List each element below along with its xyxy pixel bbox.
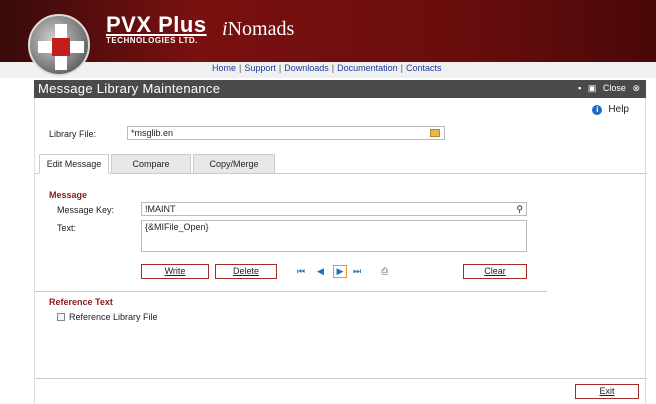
- tab-edit-message[interactable]: Edit Message: [39, 154, 109, 174]
- save-icon[interactable]: ▣: [588, 83, 597, 93]
- reference-section-title: Reference Text: [49, 297, 113, 307]
- brand-name: PVX Plus: [106, 12, 207, 37]
- reference-library-label: Reference Library File: [69, 312, 158, 322]
- main-panel: i Help Library File: *msglib.en Edit Mess…: [34, 98, 647, 404]
- folder-icon[interactable]: [430, 129, 440, 137]
- text-input[interactable]: {&MIFile_Open}: [141, 220, 527, 252]
- close-icon[interactable]: ⊗: [632, 83, 640, 93]
- previous-record-icon[interactable]: ◀: [317, 266, 324, 277]
- close-button[interactable]: Close: [603, 83, 626, 93]
- product-name: iNomads: [222, 18, 295, 40]
- header-banner: [0, 0, 656, 62]
- reference-library-checkbox[interactable]: [57, 313, 65, 321]
- last-record-icon[interactable]: ⏭: [353, 266, 361, 277]
- nav-link-contacts[interactable]: Contacts: [406, 63, 442, 73]
- message-section-title: Message: [49, 190, 88, 200]
- lookup-icon[interactable]: ⚲: [516, 204, 523, 215]
- titlebar-controls: ▪ ▣ Close ⊗: [574, 83, 640, 94]
- nav-link-downloads[interactable]: Downloads: [284, 63, 329, 73]
- first-record-icon[interactable]: ⏮: [297, 266, 305, 277]
- library-file-label: Library File:: [49, 129, 97, 139]
- nav-links: Home | Support | Downloads | Documentation | Con…: [212, 63, 442, 73]
- brand: PVX Plus TECHNOLOGIES LTD.: [106, 12, 207, 46]
- footer-divider: [35, 378, 647, 379]
- delete-button[interactable]: Delete: [215, 264, 277, 279]
- window-title: Message Library Maintenance: [38, 81, 221, 96]
- help-link[interactable]: i Help: [592, 104, 629, 115]
- logo-icon: [28, 14, 90, 76]
- exit-button[interactable]: Exit: [575, 384, 639, 399]
- tab-copy-merge[interactable]: Copy/Merge: [193, 154, 275, 174]
- write-button[interactable]: Write: [141, 264, 209, 279]
- info-icon: i: [592, 105, 603, 115]
- next-record-icon[interactable]: ▶: [333, 265, 347, 278]
- library-file-input[interactable]: *msglib.en: [127, 126, 445, 140]
- message-key-label: Message Key:: [57, 205, 115, 215]
- nav-link-support[interactable]: Support: [244, 63, 276, 73]
- nav-link-home[interactable]: Home: [212, 63, 236, 73]
- clear-button[interactable]: Clear: [463, 264, 527, 279]
- text-label: Text:: [57, 223, 77, 233]
- message-key-input[interactable]: !MAINT ⚲: [141, 202, 527, 216]
- brand-sub: TECHNOLOGIES LTD.: [106, 36, 198, 45]
- nav-link-documentation[interactable]: Documentation: [337, 63, 398, 73]
- tab-compare[interactable]: Compare: [111, 154, 191, 174]
- tab-bar: Edit Message Compare Copy/Merge: [35, 154, 647, 174]
- window-titlebar: Message Library Maintenance ▪ ▣ Close ⊗: [34, 80, 646, 98]
- section-divider: [35, 291, 547, 292]
- print-record-icon[interactable]: ⎙: [381, 266, 388, 277]
- print-icon[interactable]: ▪: [578, 83, 581, 93]
- nav-bar: Home | Support | Downloads | Documentation | Con…: [0, 62, 656, 78]
